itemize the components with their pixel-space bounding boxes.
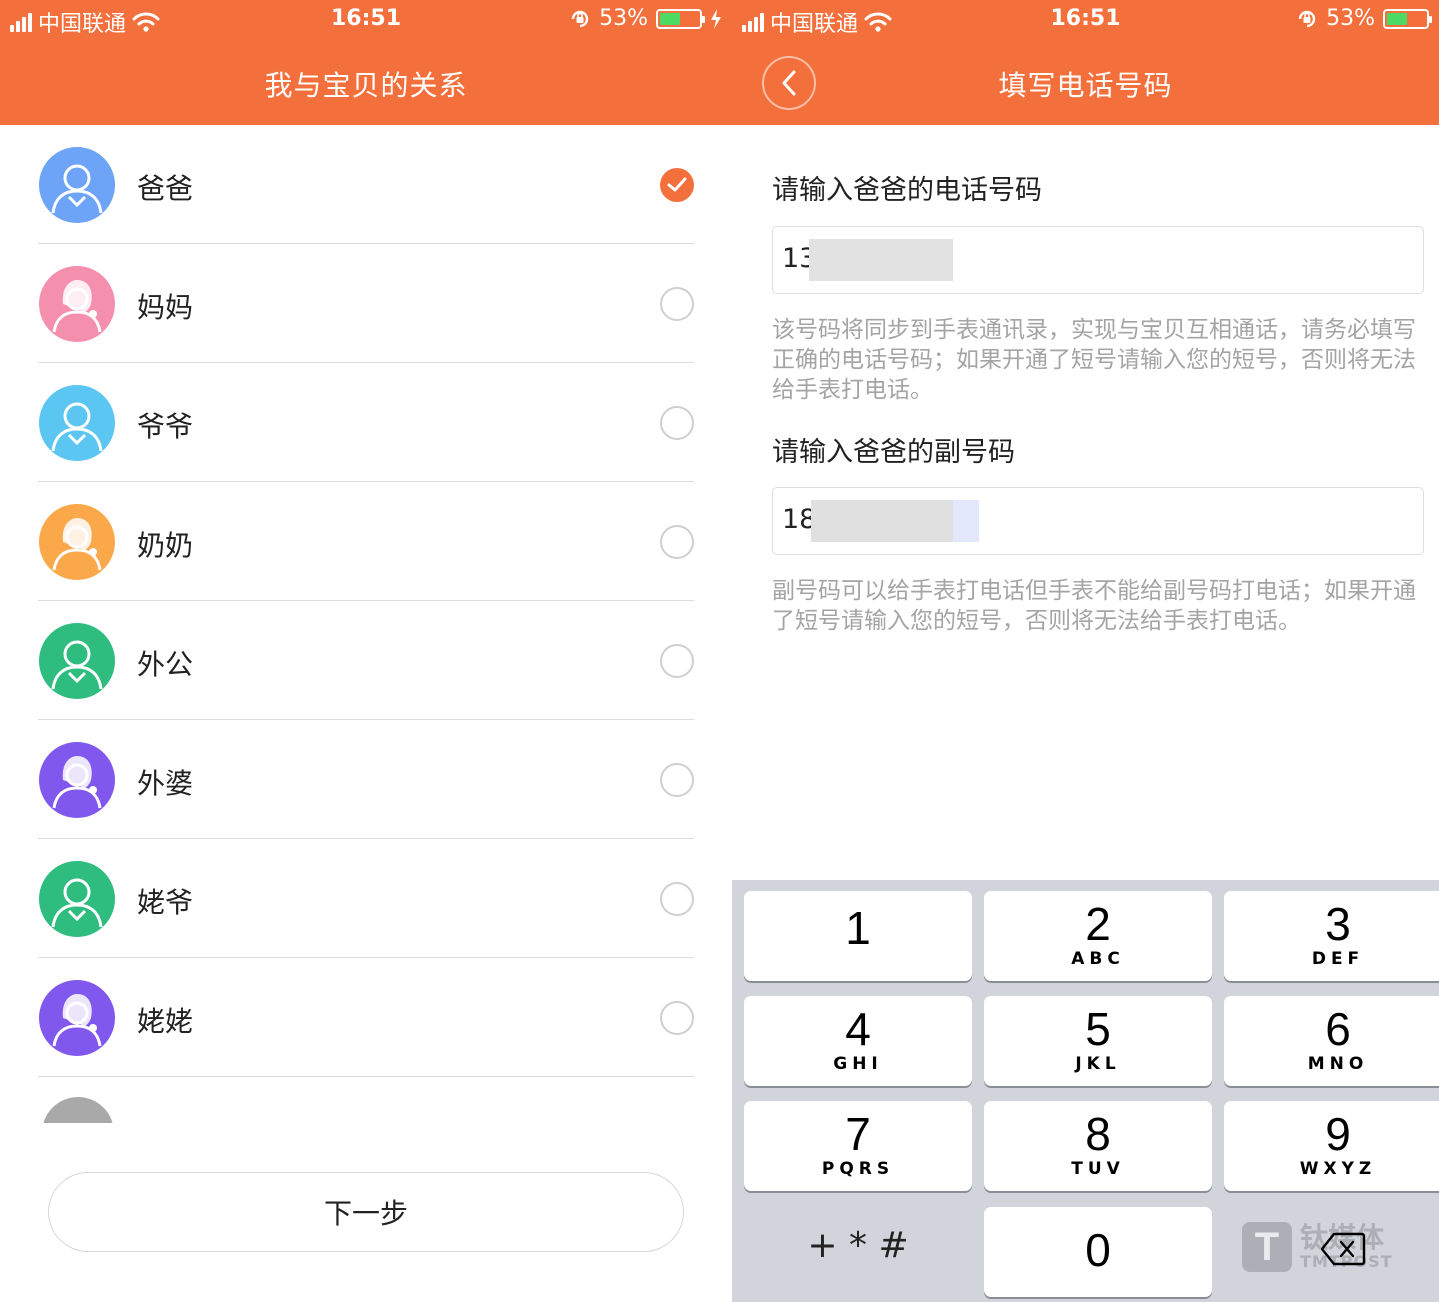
male-avatar-icon <box>39 385 115 461</box>
female-avatar-icon <box>39 504 115 580</box>
battery-icon <box>1383 8 1432 29</box>
secondary-phone-input[interactable]: 18 <box>772 487 1424 555</box>
battery-icon <box>656 8 705 29</box>
key-letters: WXYZ <box>1299 1159 1377 1179</box>
relation-item[interactable]: 爸爸 <box>0 125 732 244</box>
male-avatar-icon <box>39 623 115 699</box>
relation-label: 外公 <box>137 648 194 681</box>
battery-level <box>660 12 681 25</box>
radio-unchecked-icon[interactable] <box>660 763 694 797</box>
relation-list: 爸爸妈妈爷爷奶奶外公外婆姥爷姥姥 <box>0 125 732 1077</box>
key-letters: DEF <box>1311 949 1365 969</box>
key-digit: 5 <box>1085 1003 1111 1055</box>
row-divider <box>38 1076 694 1077</box>
status-bar: 中国联通 16:51 53% <box>0 0 732 40</box>
relation-label: 爸爸 <box>137 172 194 205</box>
key-letters: ABC <box>1071 949 1125 969</box>
key-digit: 3 <box>1325 898 1351 950</box>
status-bar: 中国联通 16:51 53% <box>732 0 1439 40</box>
relation-item[interactable]: 姥姥 <box>0 958 732 1077</box>
relation-item[interactable]: 妈妈 <box>0 244 732 363</box>
radio-unchecked-icon[interactable] <box>660 406 694 440</box>
battery-percent: 53% <box>1326 6 1375 31</box>
secondary-phone-label: 请输入爸爸的副号码 <box>772 437 1015 468</box>
key-digit: 4 <box>845 1003 871 1055</box>
battery-percent: 53% <box>599 6 648 31</box>
header-bar: 中国联通 16:51 53% 填写电话号码 <box>732 0 1439 125</box>
relation-label: 奶奶 <box>137 529 194 562</box>
redacted-digits <box>809 239 953 281</box>
watermark: T 钛媒体 TMTPOST <box>1242 1222 1393 1272</box>
key-9[interactable]: 9 WXYZ <box>1224 1101 1439 1191</box>
radio-unchecked-icon[interactable] <box>660 1001 694 1035</box>
key-digit: 8 <box>1085 1108 1111 1160</box>
secondary-phone-hint: 副号码可以给手表打电话但手表不能给副号码打电话；如果开通了短号请输入您的短号，否… <box>772 578 1416 634</box>
key-8[interactable]: 8 TUV <box>984 1101 1212 1191</box>
key-digit: 1 <box>845 902 871 954</box>
female-avatar-icon <box>39 742 115 818</box>
key-digit: 2 <box>1085 898 1111 950</box>
key-3[interactable]: 3 DEF <box>1224 891 1439 981</box>
relation-item[interactable]: 姥爷 <box>0 839 732 958</box>
orientation-lock-icon <box>1298 10 1316 27</box>
male-avatar-icon <box>39 147 115 223</box>
key-digit: 7 <box>845 1108 871 1160</box>
key-letters: GHI <box>833 1054 883 1074</box>
key-4[interactable]: 4 GHI <box>744 996 972 1086</box>
status-right: 53% <box>569 6 722 31</box>
male-avatar-icon <box>39 861 115 937</box>
relation-label: 妈妈 <box>137 291 194 324</box>
numeric-keypad: + * # 0 T 钛媒体 TMTPOST 1 2 ABC 3 DEF 4 GHI 5 JKL 6… <box>732 880 1439 1302</box>
phone-hint: 该号码将同步到手表通讯录，实现与宝贝互相通话，请务必填写正确的电话号码；如果开通… <box>772 317 1416 403</box>
relation-item[interactable]: 爷爷 <box>0 363 732 482</box>
checkmark-icon <box>667 177 687 192</box>
relation-label: 爷爷 <box>137 410 194 443</box>
female-avatar-icon <box>39 266 115 342</box>
header-bar: 中国联通 16:51 53% 我与宝贝的关系 <box>0 0 732 125</box>
female-avatar-icon <box>39 980 115 1056</box>
tmtpost-logo-icon: T <box>1242 1222 1292 1272</box>
key-1[interactable]: 1 <box>744 891 972 981</box>
charging-icon <box>711 8 721 29</box>
relation-label: 姥爷 <box>137 886 194 919</box>
relation-item[interactable]: 奶奶 <box>0 482 732 601</box>
redacted-digits <box>811 500 953 542</box>
radio-unchecked-icon[interactable] <box>660 525 694 559</box>
page-title: 填写电话号码 <box>998 69 1173 102</box>
orientation-lock-icon <box>571 10 589 27</box>
delete-backspace-icon[interactable] <box>1320 1232 1366 1266</box>
relation-item[interactable]: 外婆 <box>0 720 732 839</box>
key-digit: 0 <box>1085 1224 1111 1276</box>
key-letters: MNO <box>1307 1054 1369 1074</box>
next-step-button[interactable]: 下一步 <box>48 1172 684 1252</box>
status-right: 53% <box>1296 6 1432 31</box>
page-title: 我与宝贝的关系 <box>264 69 468 102</box>
key-5[interactable]: 5 JKL <box>984 996 1212 1086</box>
key-7[interactable]: 7 PQRS <box>744 1101 972 1191</box>
key-2[interactable]: 2 ABC <box>984 891 1212 981</box>
key-0[interactable]: 0 <box>984 1207 1212 1297</box>
phone-label: 请输入爸爸的电话号码 <box>772 175 1042 206</box>
key-digit: 6 <box>1325 1003 1351 1055</box>
key-letters: TUV <box>1071 1159 1125 1179</box>
key-letters: PQRS <box>821 1159 895 1179</box>
relation-label: 外婆 <box>137 767 194 800</box>
radio-checked-icon[interactable] <box>660 168 694 202</box>
phone-input[interactable]: 13 <box>772 226 1424 294</box>
text-cursor-highlight <box>953 500 979 542</box>
key-6[interactable]: 6 MNO <box>1224 996 1439 1086</box>
key-digit: 9 <box>1325 1108 1351 1160</box>
radio-unchecked-icon[interactable] <box>660 882 694 916</box>
key-letters: JKL <box>1075 1054 1121 1074</box>
relation-label: 姥姥 <box>137 1005 194 1038</box>
symbols-key[interactable]: + * # <box>744 1201 972 1291</box>
relation-screen: 中国联通 16:51 53% 我与宝贝的关系 爸爸 妈妈 爷爷 奶奶 外公 外婆… <box>0 0 732 1302</box>
radio-unchecked-icon[interactable] <box>660 644 694 678</box>
battery-level <box>1387 12 1408 25</box>
radio-unchecked-icon[interactable] <box>660 287 694 321</box>
phone-entry-screen: 中国联通 16:51 53% 填写电话号码 请输入爸爸的电话号码 13 该号码将… <box>732 0 1439 1302</box>
partial-avatar <box>42 1097 114 1123</box>
relation-item[interactable]: 外公 <box>0 601 732 720</box>
